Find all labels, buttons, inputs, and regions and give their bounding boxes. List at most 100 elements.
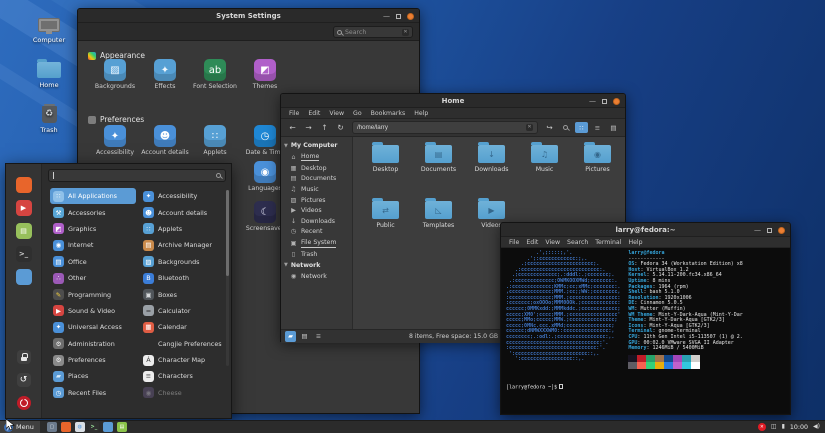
menu-application-item[interactable]: Cangjie Preferences: [140, 336, 229, 352]
folder-item[interactable]: Desktop: [359, 142, 412, 198]
toggle-places-icon[interactable]: ▰: [285, 331, 296, 342]
menu-application-item[interactable]: ☻ Account details: [140, 204, 229, 220]
shutdown-icon[interactable]: [17, 396, 31, 410]
menu-category-item[interactable]: ∷ All Applications: [50, 188, 136, 204]
maximize-button[interactable]: [767, 228, 772, 233]
menu-category-item[interactable]: ◷ Recent Files: [50, 385, 136, 401]
settings-tile[interactable]: ☻ Account details: [140, 125, 190, 156]
menubar-item[interactable]: File: [509, 239, 519, 246]
close-button[interactable]: [407, 13, 414, 20]
list-view-button[interactable]: ≡: [591, 122, 604, 133]
back-button[interactable]: ←: [286, 121, 299, 134]
media-player-launcher-icon[interactable]: ▶: [16, 200, 32, 216]
minimize-button[interactable]: —: [754, 229, 761, 232]
terminal-launcher-icon[interactable]: >_: [16, 246, 32, 262]
search-icon[interactable]: [559, 121, 572, 134]
lock-screen-icon[interactable]: [17, 350, 31, 364]
sidebar-place-item[interactable]: ⌂ Home: [281, 151, 352, 163]
files-launcher-icon[interactable]: [16, 269, 32, 285]
network-icon[interactable]: ◫: [771, 424, 777, 430]
menu-search-field[interactable]: [48, 169, 226, 182]
menubar-item[interactable]: Help: [414, 110, 428, 117]
my-computer-header[interactable]: ▼ My Computer: [281, 140, 352, 151]
menubar-item[interactable]: Go: [353, 110, 362, 117]
menu-search-input[interactable]: [57, 172, 213, 179]
location-input[interactable]: [357, 124, 523, 131]
menu-category-item[interactable]: ⚙ Administration: [50, 336, 136, 352]
terminal-screen[interactable]: .',;::::;,'. .';:cccccccccccc:;,. .;cccc…: [502, 248, 789, 413]
sidebar-place-item[interactable]: ▶ Videos: [281, 205, 352, 216]
sidebar-place-item[interactable]: ◷ Recent: [281, 227, 352, 238]
settings-tile[interactable]: ✦ Accessibility: [90, 125, 140, 156]
scrollbar-thumb[interactable]: [226, 190, 229, 276]
sidebar-place-item[interactable]: ▣ File System: [281, 237, 352, 249]
sidebar-place-item[interactable]: ♫ Music: [281, 184, 352, 195]
menu-application-item[interactable]: ▣ Boxes: [140, 286, 229, 302]
folder-item[interactable]: ↓ Downloads: [465, 142, 518, 198]
updates-available-icon[interactable]: ✕: [758, 423, 766, 431]
text-editor-launcher-icon[interactable]: ▤: [16, 223, 32, 239]
clear-location-icon[interactable]: ✕: [526, 124, 533, 131]
menu-application-item[interactable]: ▨ Backgrounds: [140, 254, 229, 270]
folder-item[interactable]: ◺ Templates: [412, 198, 465, 254]
maximize-button[interactable]: [602, 99, 607, 104]
location-bar[interactable]: ✕: [352, 121, 538, 134]
settings-tile[interactable]: ∷ Applets: [190, 125, 240, 156]
settings-tile[interactable]: ◩ Themes: [240, 59, 290, 90]
close-button[interactable]: [613, 98, 620, 105]
menu-category-item[interactable]: ▶ Sound & Video: [50, 303, 136, 319]
menu-category-item[interactable]: ◉ Internet: [50, 237, 136, 253]
menubar-item[interactable]: Bookmarks: [371, 110, 406, 117]
software-taskbar-icon[interactable]: ◍: [75, 422, 85, 432]
close-button[interactable]: [778, 227, 785, 234]
menubar-item[interactable]: Help: [628, 239, 642, 246]
desktop-icon-home[interactable]: Home: [21, 62, 77, 89]
collapse-arrow-icon[interactable]: ▼: [284, 143, 288, 149]
logout-icon[interactable]: ↺: [17, 373, 31, 387]
menu-application-item[interactable]: ▦ Calendar: [140, 319, 229, 335]
menu-application-item[interactable]: ◉ Cheese: [140, 385, 229, 401]
folder-item[interactable]: ▤ Documents: [412, 142, 465, 198]
folder-item[interactable]: ◉ Pictures: [571, 142, 624, 198]
toggle-extra-pane-icon[interactable]: ≡: [313, 331, 324, 342]
settings-tile[interactable]: ✦ Effects: [140, 59, 190, 90]
sidebar-place-item[interactable]: ▦ Desktop: [281, 163, 352, 174]
menu-category-item[interactable]: ▰ Places: [50, 368, 136, 384]
compact-view-button[interactable]: ▤: [607, 122, 620, 133]
firefox-taskbar-icon[interactable]: [61, 422, 71, 432]
menu-category-item[interactable]: ⚙ Preferences: [50, 352, 136, 368]
menu-application-item[interactable]: B Bluetooth: [140, 270, 229, 286]
battery-icon[interactable]: ▮: [782, 424, 785, 430]
menubar-item[interactable]: Edit: [526, 239, 538, 246]
sidebar-place-item[interactable]: ▯ Trash: [281, 249, 352, 260]
menubar-item[interactable]: File: [289, 110, 299, 117]
icon-view-button[interactable]: ∷: [575, 122, 588, 133]
sidebar-place-item[interactable]: ◉ Network: [281, 271, 352, 282]
menu-category-item[interactable]: ◩ Graphics: [50, 221, 136, 237]
menu-application-item[interactable]: ▤ Archive Manager: [140, 237, 229, 253]
terminal-titlebar[interactable]: larry@fedora:~ —: [501, 223, 790, 237]
volume-icon[interactable]: ◀): [813, 424, 820, 430]
settings-search-field[interactable]: ✕: [333, 26, 413, 38]
refresh-button[interactable]: ↻: [334, 121, 347, 134]
settings-tile[interactable]: ▨ Backgrounds: [90, 59, 140, 90]
desktop-icon-computer[interactable]: Computer: [21, 18, 77, 44]
minimize-button[interactable]: —: [589, 100, 596, 103]
menu-category-item[interactable]: ✎ Programming: [50, 286, 136, 302]
menu-category-item[interactable]: ✦ Universal Access: [50, 319, 136, 335]
text-editor-taskbar-icon[interactable]: ▤: [117, 422, 127, 432]
menu-application-item[interactable]: ≡ Characters: [140, 368, 229, 384]
terminal-taskbar-icon[interactable]: >_: [89, 422, 99, 432]
settings-search-input[interactable]: [345, 29, 399, 36]
menu-scrollbar[interactable]: [226, 190, 229, 366]
show-desktop-icon[interactable]: ▢: [47, 422, 57, 432]
toggle-location-entry-icon[interactable]: ↪: [543, 121, 556, 134]
menu-application-item[interactable]: Á Character Map: [140, 352, 229, 368]
home-titlebar[interactable]: Home —: [281, 94, 625, 108]
network-header[interactable]: ▼ Network: [281, 260, 352, 271]
up-button[interactable]: ↑: [318, 121, 331, 134]
maximize-button[interactable]: [396, 14, 401, 19]
settings-tile[interactable]: ab Font Selection: [190, 59, 240, 90]
menubar-item[interactable]: Search: [567, 239, 588, 246]
sidebar-place-item[interactable]: ▤ Documents: [281, 174, 352, 185]
